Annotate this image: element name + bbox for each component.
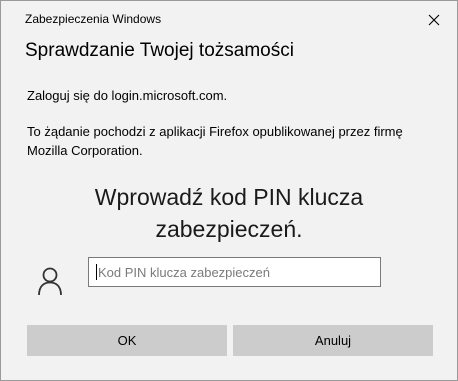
- title-bar: Zabezpieczenia Windows: [1, 1, 457, 35]
- window-title: Zabezpieczenia Windows: [25, 12, 162, 26]
- request-origin-text: To żądanie pochodzi z aplikacji Firefox …: [27, 124, 403, 158]
- pin-input[interactable]: [88, 257, 381, 287]
- cancel-button[interactable]: Anuluj: [233, 325, 433, 356]
- close-icon: [428, 14, 440, 26]
- close-button[interactable]: [423, 9, 445, 31]
- ok-button[interactable]: OK: [27, 325, 227, 356]
- security-dialog: Zabezpieczenia Windows Sprawdzanie Twoje…: [0, 0, 458, 381]
- dialog-heading: Sprawdzanie Twojej tożsamości: [25, 40, 294, 61]
- user-icon: [38, 267, 62, 296]
- signin-text: Zaloguj się do login.microsoft.com.: [27, 88, 228, 103]
- text-caret: [96, 264, 97, 280]
- pin-prompt: Wprowadź kod PIN klucza zabezpieczeń.: [94, 184, 364, 242]
